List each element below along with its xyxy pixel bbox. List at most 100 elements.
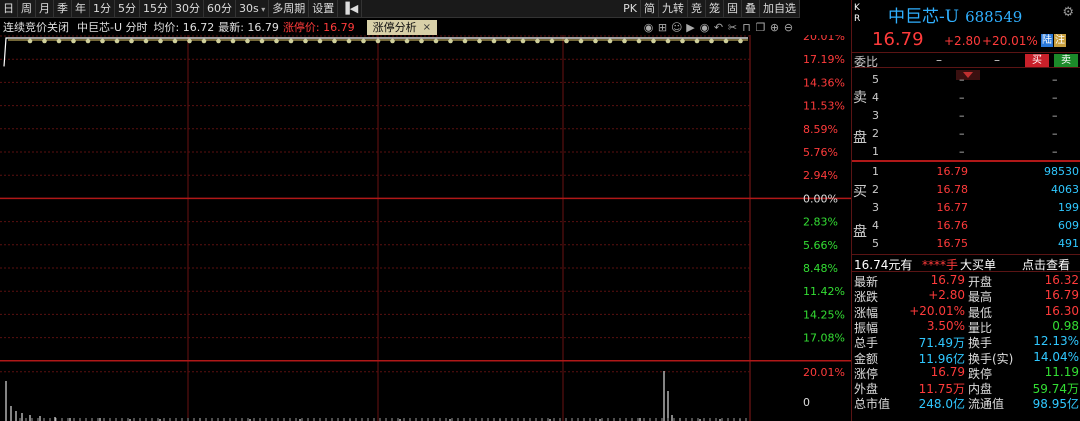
sell-volume: – [1052,127,1058,140]
grid-icon[interactable]: ⊞ [657,21,668,34]
sell-level-row[interactable]: 1 – – [852,143,1080,161]
buy-level-row[interactable]: 1 16.79 98530 [852,163,1080,181]
limit-marker [622,38,627,44]
level-number: 1 [872,145,879,158]
close-icon[interactable]: × [423,20,431,35]
big-order-row[interactable]: 16.74元有 ****手 大买单 点击查看 [852,254,1080,272]
buy-volume: 491 [1058,237,1079,250]
limit-marker [361,38,366,44]
limit-marker [593,38,598,44]
stat-value: 14.04% [1033,349,1079,364]
limit-marker [491,38,497,44]
toolbar-button[interactable]: 笼 [706,0,724,17]
stock-chart-name: 中巨芯-U 分时 [77,21,148,34]
toolbar-button[interactable]: 固 [724,0,742,17]
big-order-view-link[interactable]: 点击查看 [1022,256,1070,273]
percent-axis-label: 11.53% [803,100,845,113]
buy-level-row[interactable]: 2 16.78 4063 [852,181,1080,199]
lock-icon[interactable]: ⊓ [741,21,752,34]
limit-marker [404,38,410,44]
limit-marker [607,38,613,44]
toolbar-button[interactable]: 竞 [688,0,706,17]
stat-value: 3.50% [926,318,965,333]
undo-icon[interactable]: ↶ [713,21,724,34]
stock-name: 中巨芯-U [888,7,960,27]
limit-marker [564,38,569,44]
stat-row: 涨跌 +2.80 最高 16.79 [852,288,1080,304]
toolbar-button[interactable]: 九转 [659,0,688,17]
limit-marker [448,38,453,44]
zoom-in-icon[interactable]: ⊕ [769,21,780,34]
kr-label: K R [854,3,863,25]
period-button[interactable]: 多周期 [269,0,310,17]
zoom-out-icon[interactable]: ⊖ [783,21,794,34]
limit-marker [723,38,729,44]
sell-level-row[interactable]: 3 – – [852,107,1080,125]
period-button[interactable]: 年 [72,0,90,17]
buy-level-row[interactable]: 4 16.76 609 [852,217,1080,235]
percent-axis-label: 2.83% [803,216,838,229]
big-order-type: 大买单 [960,258,997,272]
percent-axis-label: 8.48% [803,262,838,275]
period-button[interactable]: 5分 [115,0,140,17]
buy-level-row[interactable]: 3 16.77 199 [852,199,1080,217]
limit-marker [303,38,308,44]
toolbar-button[interactable]: 叠 [742,0,760,17]
limit-marker [506,38,511,44]
lu-badge: 陆 [1041,34,1053,47]
buy-button[interactable]: 买 [1025,54,1049,67]
copy-icon[interactable]: ❐ [755,21,766,34]
intraday-chart[interactable]: 20.01% 17.19% 14.36% 11.53% 8.59% 5.76% 2.94% 0… [0,35,851,421]
gear-icon[interactable]: ⚙ [1062,5,1074,20]
stat-value: 248.0亿 [918,397,965,412]
limit-marker [27,38,33,44]
sell-level-row[interactable]: 5 – – [852,71,1080,89]
eye-icon[interactable]: ◉ [643,21,654,34]
period-button[interactable]: 30分 [172,0,204,17]
collapse-icon[interactable]: ▐◀ [338,0,363,17]
period-button[interactable]: 15分 [140,0,172,17]
buy-level-row[interactable]: 5 16.75 491 [852,235,1080,253]
period-button[interactable]: 周 [18,0,36,17]
buy-price: 16.79 [936,165,969,178]
limit-marker [274,38,279,44]
face-icon[interactable]: ☺ [671,21,682,34]
sell-volume: – [1052,91,1058,104]
stat-value: 16.32 [1044,273,1079,287]
sell-level-row[interactable]: 4 – – [852,89,1080,107]
limit-marker [477,38,482,44]
toolbar-button[interactable]: PK [620,0,641,17]
play-icon[interactable]: ▶ [685,21,696,34]
limit-marker [433,38,439,44]
percent-axis-label: 17.08% [803,332,845,345]
toolbar-button[interactable]: 简 [641,0,659,17]
chart-tools: ◉ ⊞ ☺ ▶ ◉ ↶ ✂ ⊓ ❐ ⊕ ⊖ [643,21,800,34]
period-button[interactable]: 月 [36,0,54,17]
limit-up-price: 涨停价: 16.79 [282,21,355,34]
sell-price: – [959,73,965,86]
sell-price: – [959,127,965,140]
cut-icon[interactable]: ✂ [727,21,738,34]
sell-level-row[interactable]: 2 – – [852,125,1080,143]
limit-marker [187,38,192,44]
big-order-volume: ****手 [922,258,959,272]
period-button[interactable]: 60分 [204,0,236,17]
record-icon[interactable]: ◉ [699,21,710,34]
toolbar-button[interactable]: 加自选 [760,0,800,17]
limit-marker [71,38,76,44]
price-change: +2.80 [944,34,981,48]
stat-row: 振幅 3.50% 量比 0.98 [852,318,1080,335]
limit-up-analysis-tab[interactable]: 涨停分析 × [366,19,438,35]
limit-marker [100,38,105,44]
limit-marker [56,38,62,44]
period-button[interactable]: 设置 [309,0,339,17]
period-button[interactable]: 30s [236,0,270,17]
period-button[interactable]: 日 [0,0,18,17]
level-number: 5 [872,73,879,86]
book-divider [852,160,1080,162]
stat-value: +20.01% [909,303,965,318]
sell-button[interactable]: 卖 [1054,54,1078,67]
period-button[interactable]: 季 [54,0,72,17]
sell-volume: – [1052,109,1058,122]
period-button[interactable]: 1分 [90,0,115,17]
